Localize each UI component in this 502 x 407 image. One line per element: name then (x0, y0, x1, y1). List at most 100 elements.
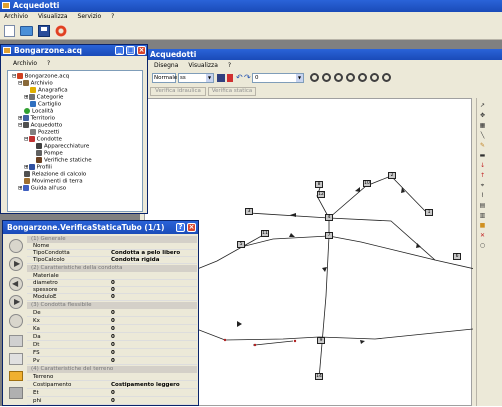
properties-window: Bongarzone.VerificaStaticaTubo (1/1) ? ×… (2, 220, 199, 406)
close-button[interactable]: × (137, 46, 146, 55)
zoom-icon[interactable] (310, 73, 319, 82)
tree-menu-help[interactable]: ? (43, 59, 54, 68)
node-11[interactable]: 11 (261, 230, 269, 237)
earth-icon (24, 178, 30, 184)
pencil-tool-icon[interactable]: ✎ (478, 142, 487, 149)
property-row-materiale[interactable]: Materiale (27, 273, 197, 280)
node-tool-icon[interactable]: ⌖ (478, 182, 487, 189)
grid-tool-icon[interactable]: ▦ (478, 122, 487, 129)
menu-disegna[interactable]: Disegna (150, 61, 182, 70)
maximize-button[interactable]: □ (126, 46, 135, 55)
number-select[interactable]: 0 ▼ (252, 73, 304, 83)
select-tool-icon[interactable]: ↗ (478, 102, 487, 109)
manhole-icon (30, 129, 36, 135)
pen-icon[interactable] (217, 74, 225, 82)
open-folder-icon[interactable] (20, 26, 33, 36)
menu-help[interactable]: ? (107, 12, 118, 22)
app-menu-bar: Archivio Visualizza Servizio ? (0, 12, 502, 22)
tab-verifica-statica[interactable]: Verifica statica (208, 87, 256, 96)
save-icon[interactable] (38, 25, 50, 37)
undo-icon[interactable]: ↶ (236, 73, 243, 82)
line-tool-icon[interactable]: ╲ (478, 132, 487, 139)
ruler-tool-icon[interactable]: ▬ (478, 152, 487, 159)
property-row-diametro[interactable]: diametro 0 (27, 280, 197, 287)
profile-tool-icon[interactable]: ▤ (478, 202, 487, 209)
tree-window-title-bar: Bongarzone.acq _ □ × (1, 45, 147, 56)
flow-arrow (355, 187, 360, 192)
property-row-dt[interactable]: Dt 0 (27, 342, 197, 349)
zoom-window-icon[interactable] (346, 73, 355, 82)
tree-item-guida[interactable]: ⊞ Guida all'uso (18, 185, 66, 193)
menu-help-drawing[interactable]: ? (224, 61, 235, 70)
pump-icon (36, 150, 42, 156)
property-row-nome[interactable]: Nome (27, 243, 197, 250)
circle-tool-icon[interactable]: ○ (478, 242, 487, 249)
zoom-in-icon[interactable] (322, 73, 331, 82)
property-row-costipamento[interactable]: Costipamento Costipamento leggero (27, 382, 197, 389)
property-row-modulo[interactable]: ModuloE 0 (27, 294, 197, 301)
help-button[interactable]: ? (176, 223, 185, 232)
minimize-button[interactable]: _ (115, 46, 124, 55)
menu-archivio[interactable]: Archivio (0, 12, 32, 22)
properties-title: Bongarzone.VerificaStaticaTubo (1/1) (7, 223, 165, 232)
node-9[interactable]: 9 (317, 337, 325, 344)
help-lifebuoy-icon[interactable] (55, 25, 67, 37)
new-file-icon[interactable] (4, 25, 15, 37)
property-row-pv[interactable]: Pv 0 (27, 358, 197, 365)
zoom-out-icon[interactable] (334, 73, 343, 82)
properties-close-button[interactable]: × (187, 223, 196, 232)
property-row-spessore[interactable]: spessore 0 (27, 287, 197, 294)
drawing-window-title-bar: Acquedotti (140, 49, 502, 60)
property-row-ka[interactable]: Ka 0 (27, 326, 197, 333)
property-row-et[interactable]: Et 0 (27, 390, 197, 397)
node-14[interactable]: 14 (315, 373, 323, 380)
property-row-terreno[interactable]: Terreno (27, 374, 197, 381)
node-10[interactable]: 10 (363, 180, 371, 187)
property-row-tipocalcolo[interactable]: TipoCalcolo Condotta rigida (27, 257, 197, 264)
pan-icon[interactable] (382, 73, 391, 82)
layer-select[interactable]: ss ▼ (178, 73, 214, 83)
node-8[interactable]: 8 (315, 181, 323, 188)
zoom-previous-icon[interactable] (358, 73, 367, 82)
tab-verifica-idraulica[interactable]: Verifica idraulica (150, 87, 206, 96)
property-row-fs[interactable]: FS 0 (27, 350, 197, 357)
junction-dot (253, 343, 257, 347)
arrow-up-tool-icon[interactable]: ↑ (478, 172, 487, 179)
pipe-line (328, 175, 429, 219)
flow-arrow (237, 321, 242, 327)
menu-visualizza[interactable]: Visualizza (34, 12, 72, 22)
tree-menu-archivio[interactable]: Archivio (9, 59, 41, 68)
color-tool-icon[interactable]: ■ (478, 222, 487, 229)
node-4[interactable]: 4 (325, 214, 333, 221)
profile-icon (28, 164, 35, 170)
node-3[interactable]: 3 (245, 208, 253, 215)
node-1[interactable]: 1 (425, 209, 433, 216)
menu-servizio[interactable]: Servizio (74, 12, 106, 22)
color-icon[interactable] (227, 74, 233, 82)
property-row-kx[interactable]: Kx 0 (27, 318, 197, 325)
node-2[interactable]: 2 (388, 172, 396, 179)
node-12[interactable]: 12 (317, 191, 325, 198)
report-icon (24, 171, 30, 177)
arrow-down-tool-icon[interactable]: ↓ (478, 162, 487, 169)
tab-bar: Verifica idraulica Verifica statica (150, 87, 270, 96)
tree-menu-bar: Archivio ? (9, 59, 139, 68)
property-row-phi[interactable]: phi 0 (27, 398, 197, 405)
pipe-tool-icon[interactable]: ⌇ (478, 192, 487, 199)
style-select[interactable]: Normale (152, 73, 177, 83)
node-6[interactable]: 6 (453, 253, 461, 260)
redo-icon[interactable]: ↷ (244, 73, 251, 82)
drawing-window-title: Acquedotti (150, 50, 197, 59)
property-row-de[interactable]: De 0 (27, 310, 197, 317)
device-icon (36, 143, 42, 149)
table-tool-icon[interactable]: ▥ (478, 212, 487, 219)
property-row-tipocondotta[interactable]: TipoCondotta Condotta a pelo libero (27, 250, 197, 257)
network-icon (22, 122, 29, 128)
node-5[interactable]: 5 (237, 241, 245, 248)
zoom-extents-icon[interactable] (370, 73, 379, 82)
property-row-da[interactable]: Da 0 (27, 334, 197, 341)
node-7[interactable]: 7 (325, 232, 333, 239)
menu-visualizza-drawing[interactable]: Visualizza (184, 61, 222, 70)
erase-tool-icon[interactable]: ✕ (478, 232, 487, 239)
move-tool-icon[interactable]: ✥ (478, 112, 487, 119)
